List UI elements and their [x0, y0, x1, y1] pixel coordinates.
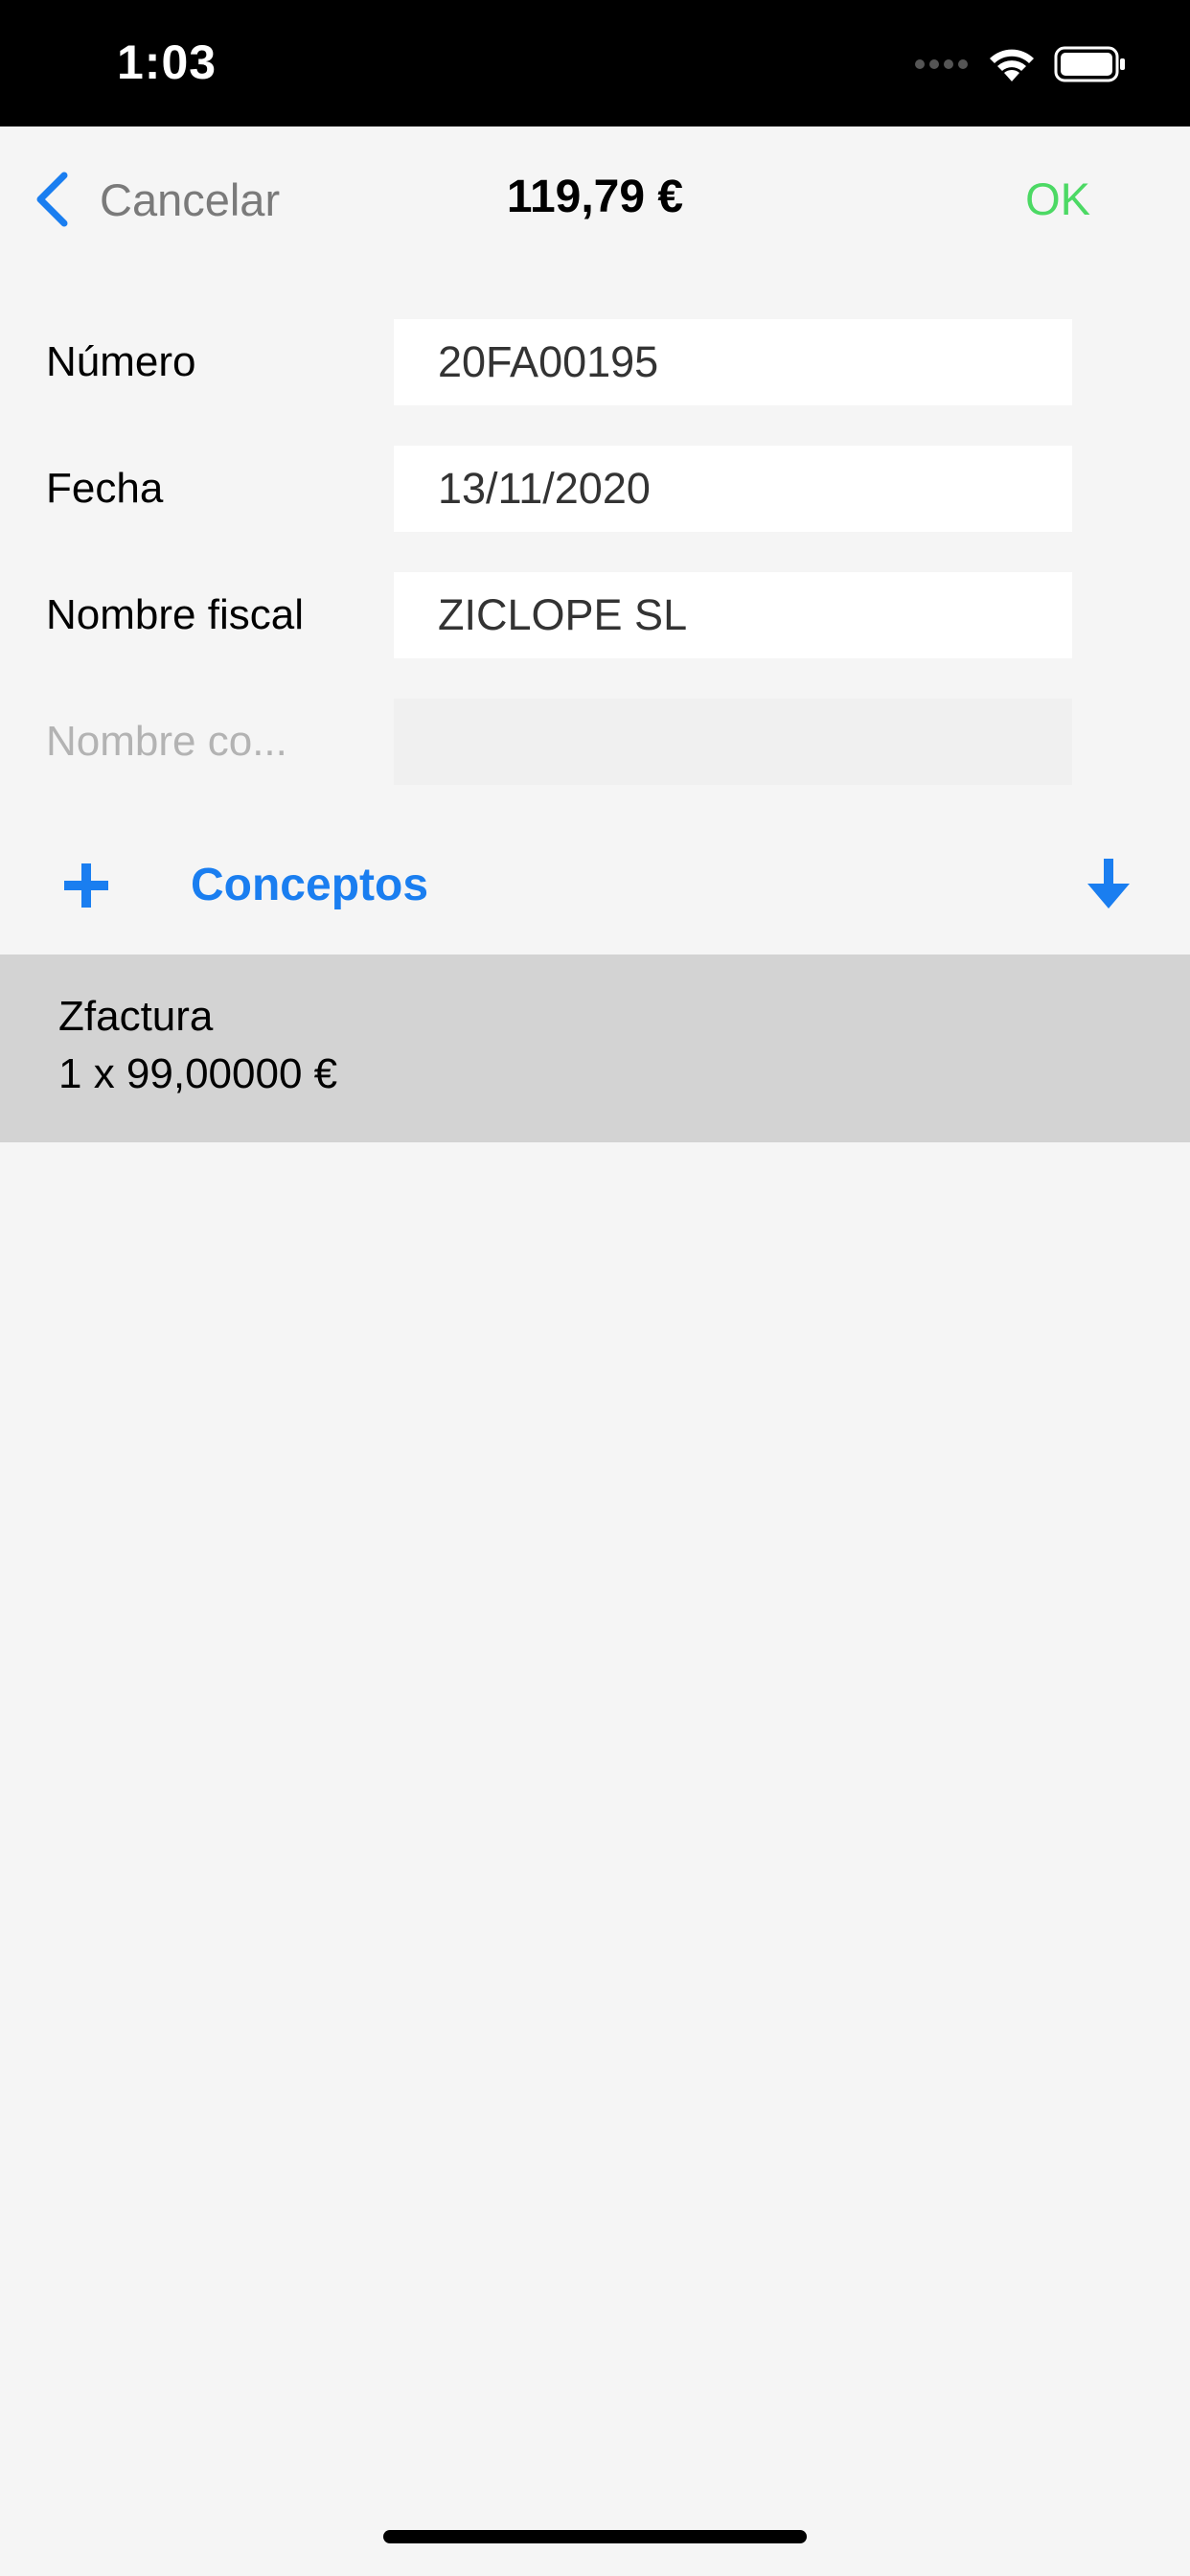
- wifi-icon: [990, 49, 1034, 81]
- nombre-fiscal-input[interactable]: [394, 572, 1072, 658]
- status-icons: [914, 42, 1127, 86]
- fecha-label: Fecha: [46, 465, 164, 512]
- form-row-numero: Número: [0, 319, 1190, 405]
- item-detail: 1 x 99,00000 €: [58, 1050, 338, 1097]
- status-bar: 1:03: [0, 0, 1190, 126]
- plus-icon[interactable]: [61, 861, 111, 910]
- numero-input[interactable]: [394, 319, 1072, 405]
- cancel-button[interactable]: Cancelar: [33, 165, 280, 234]
- chevron-left-icon: [36, 172, 68, 227]
- cancel-label: Cancelar: [100, 173, 281, 225]
- nombre-comercial-input[interactable]: [394, 699, 1072, 785]
- home-indicator: [383, 2530, 807, 2543]
- form-row-nombre-comercial: Nombre co...: [0, 699, 1190, 785]
- concepts-label: Conceptos: [191, 860, 429, 910]
- numero-label: Número: [46, 338, 196, 385]
- nombre-comercial-label: Nombre co...: [46, 718, 287, 765]
- nombre-fiscal-label: Nombre fiscal: [46, 591, 304, 638]
- list-item[interactable]: Zfactura 1 x 99,00000 €: [0, 954, 1190, 1142]
- arrow-down-icon[interactable]: [1083, 855, 1134, 912]
- battery-icon: [1054, 46, 1125, 82]
- status-time: 1:03: [117, 35, 217, 89]
- concepts-header: Conceptos: [0, 840, 1190, 932]
- item-name: Zfactura: [58, 993, 214, 1040]
- nav-bar: 119,79 € Cancelar OK: [0, 126, 1190, 270]
- signal-dots-icon: [915, 59, 968, 69]
- form-row-fecha: Fecha: [0, 446, 1190, 532]
- form-row-nombre-fiscal: Nombre fiscal: [0, 572, 1190, 658]
- ok-button[interactable]: OK: [1025, 172, 1090, 225]
- fecha-input[interactable]: [394, 446, 1072, 532]
